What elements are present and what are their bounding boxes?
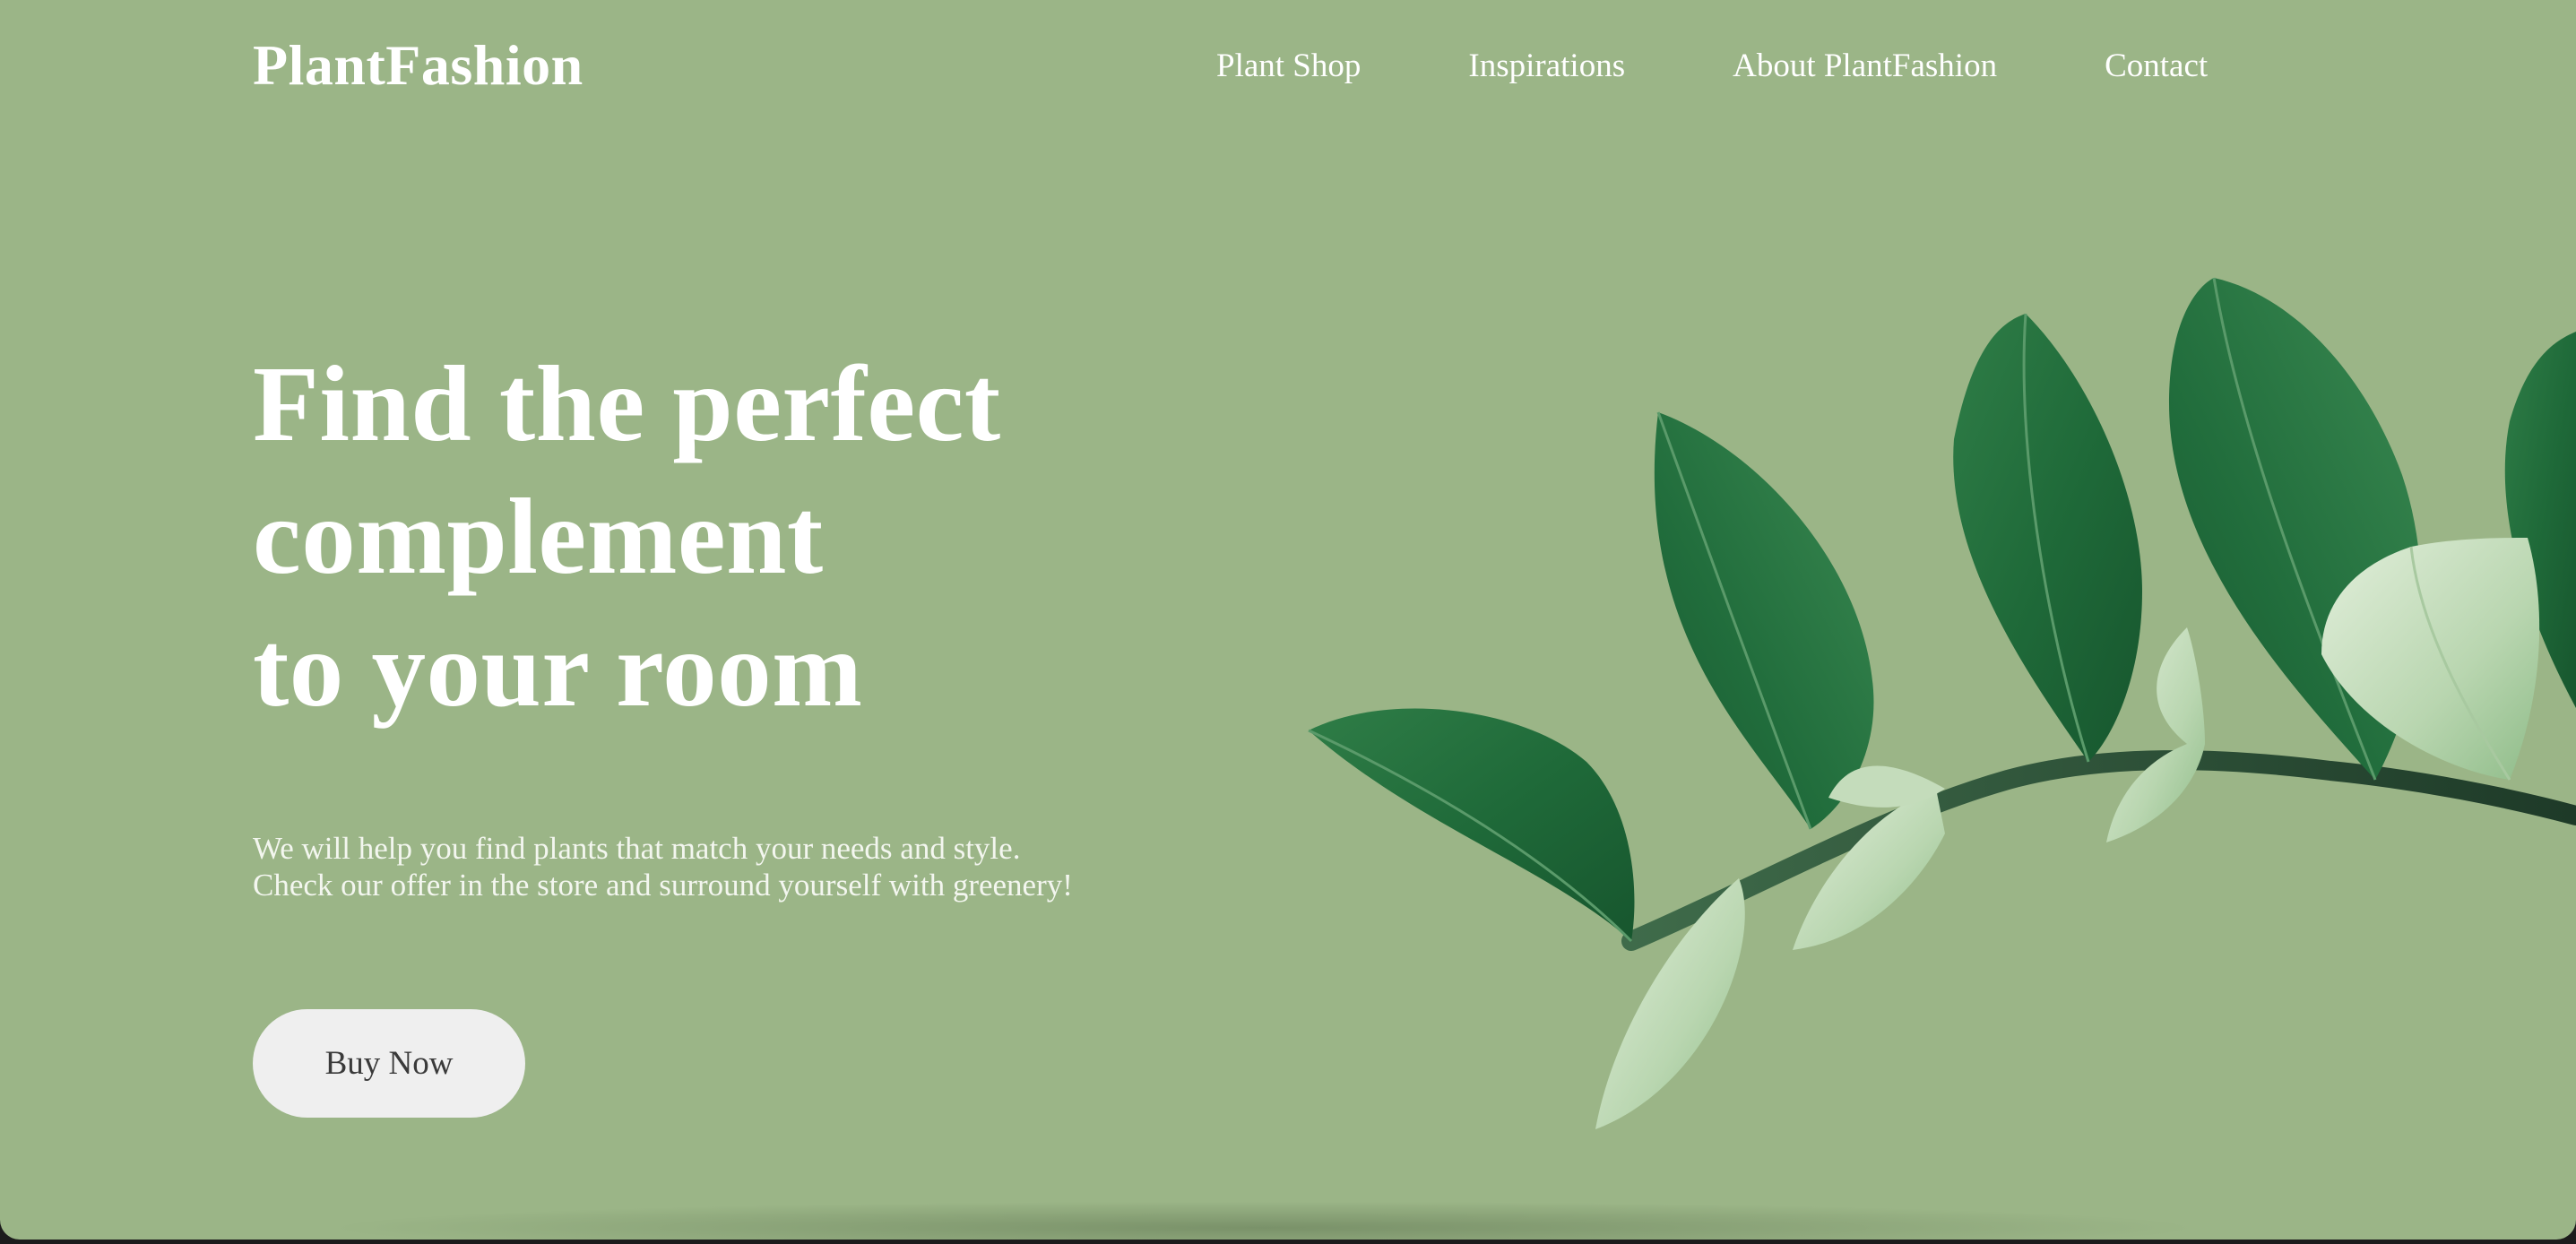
nav-plant-shop[interactable]: Plant Shop <box>1216 47 1361 85</box>
description-line-2: Check our offer in the store and surroun… <box>253 868 1073 903</box>
plant-branch-illustration <box>1308 277 2576 1129</box>
nav-contact[interactable]: Contact <box>2105 47 2208 85</box>
description-line-1: We will help you find plants that match … <box>253 831 1021 866</box>
nav-about[interactable]: About PlantFashion <box>1733 47 1997 85</box>
hero-description: We will help you find plants that match … <box>253 830 1073 903</box>
buy-now-button[interactable]: Buy Now <box>253 1009 525 1118</box>
headline-line-2: complement <box>253 477 824 597</box>
main-nav: Plant Shop Inspirations About PlantFashi… <box>1216 47 2208 85</box>
bottom-shadow <box>323 1201 2205 1240</box>
nav-inspirations[interactable]: Inspirations <box>1468 47 1625 85</box>
headline-line-3: to your room <box>253 609 863 730</box>
brand-logo[interactable]: PlantFashion <box>253 32 583 99</box>
landing-page: PlantFashion Plant Shop Inspirations Abo… <box>0 0 2576 1240</box>
headline-line-1: Find the perfect <box>253 344 1001 464</box>
hero-headline: Find the perfect complement to your room <box>253 338 1001 736</box>
